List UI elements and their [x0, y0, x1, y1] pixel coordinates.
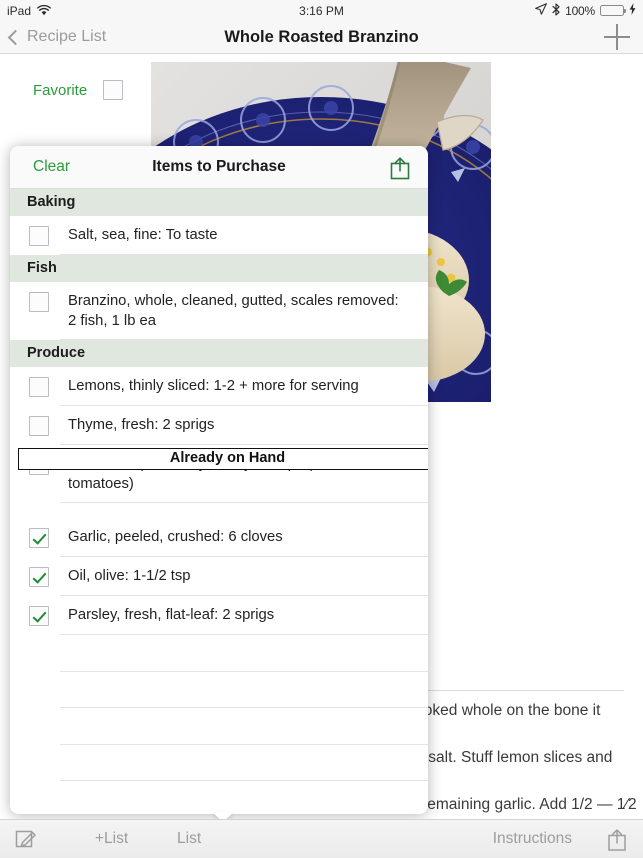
items-to-purchase-popover: Clear Items to Purchase Baking Salt, sea,…: [10, 146, 428, 814]
item-checkbox[interactable]: [29, 377, 49, 397]
item-checkbox[interactable]: [29, 292, 49, 312]
list-button[interactable]: List: [177, 820, 201, 858]
list-item[interactable]: Garlic, peeled, crushed: 6 cloves: [10, 518, 428, 557]
empty-list-row: [10, 744, 428, 781]
list-item[interactable]: Oil, olive: 1-1/2 tsp: [10, 557, 428, 596]
popover-title: Items to Purchase: [152, 158, 286, 175]
already-on-hand-header: Already on Hand: [18, 448, 428, 470]
page-title: Whole Roasted Branzino: [224, 28, 419, 46]
empty-list-row: [10, 671, 428, 708]
bottom-toolbar: +List List Instructions: [0, 819, 643, 858]
status-bar-right: 100%: [535, 2, 636, 19]
add-list-button[interactable]: +List: [95, 820, 128, 858]
list-item-label: Branzino, whole, cleaned, gutted, scales…: [68, 293, 399, 329]
list-item-label: Thyme, fresh: 2 sprigs: [68, 417, 215, 433]
list-item[interactable]: Thyme, fresh: 2 sprigs: [10, 406, 428, 445]
list-item-label: Lemons, thinly sliced: 1-2 + more for se…: [68, 378, 359, 394]
battery-full-icon: [600, 5, 626, 16]
share-icon[interactable]: [388, 155, 412, 180]
battery-percent-label: 100%: [565, 3, 595, 18]
favorite-label: Favorite: [33, 81, 88, 99]
item-checkbox-checked[interactable]: [29, 567, 49, 587]
item-checkbox-checked[interactable]: [29, 606, 49, 626]
favorite-checkbox[interactable]: [103, 80, 124, 100]
section-header: Fish: [10, 255, 428, 282]
empty-list-row: [10, 781, 428, 814]
section-header: Baking: [10, 189, 428, 216]
item-checkbox[interactable]: [29, 416, 49, 436]
edit-pencil-icon[interactable]: [14, 820, 38, 858]
row-separator: [60, 254, 428, 255]
item-checkbox-checked[interactable]: [29, 528, 49, 548]
list-item-label: Salt, sea, fine: To taste: [68, 227, 218, 243]
item-checkbox[interactable]: [29, 226, 49, 246]
list-item-label: Parsley, fresh, flat-leaf: 2 sprigs: [68, 607, 275, 623]
bluetooth-icon: [552, 2, 560, 19]
share-icon[interactable]: [605, 820, 629, 858]
plus-icon[interactable]: [604, 24, 630, 50]
navigation-bar: Recipe List Whole Roasted Branzino: [0, 21, 643, 54]
lightning-bolt-icon: [629, 3, 636, 18]
status-bar: iPad 3:16 PM 100%: [0, 0, 643, 21]
shopping-list: Baking Salt, sea, fine: To taste Fish Branz…: [10, 189, 428, 814]
empty-list-row: [10, 708, 428, 745]
favorite-row[interactable]: Favorite: [0, 70, 150, 110]
list-item[interactable]: Parsley, fresh, flat-leaf: 2 sprigs: [10, 596, 428, 635]
list-item[interactable]: Branzino, whole, cleaned, gutted, scales…: [10, 282, 428, 340]
row-separator: [60, 339, 428, 340]
location-arrow-icon: [535, 3, 548, 18]
list-item-label: Oil, olive: 1-1/2 tsp: [68, 568, 191, 584]
list-item[interactable]: Lemons, thinly sliced: 1-2 + more for se…: [10, 367, 428, 406]
instructions-button[interactable]: Instructions: [493, 820, 572, 858]
row-separator: [60, 502, 428, 503]
popover-header: Clear Items to Purchase: [10, 146, 428, 189]
empty-list-row: [10, 635, 428, 672]
list-item-label: Garlic, peeled, crushed: 6 cloves: [68, 529, 283, 545]
already-on-hand-spacer: [10, 503, 428, 518]
list-item[interactable]: Salt, sea, fine: To taste: [10, 216, 428, 255]
section-header: Produce: [10, 340, 428, 367]
